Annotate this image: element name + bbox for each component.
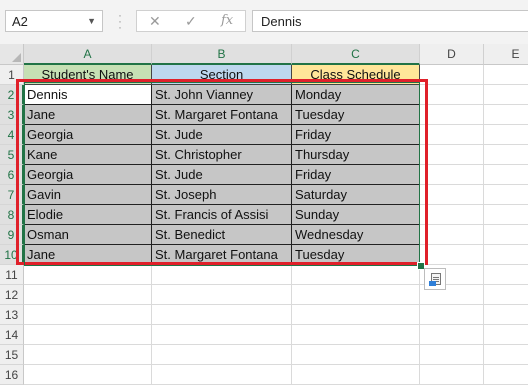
chevron-down-icon[interactable]: ▼ [87,16,96,26]
select-all-button[interactable] [0,44,24,65]
resize-handle-icon[interactable]: · · · [118,9,122,33]
insert-function-icon[interactable]: fx [221,13,233,28]
formula-toolbar: A2 ▼ · · · ✕ ✓ fx Dennis [0,0,528,45]
formula-input[interactable]: Dennis [252,10,528,32]
row-header-13[interactable]: 13 [0,305,24,325]
enter-icon[interactable]: ✓ [185,13,197,30]
row-header-12[interactable]: 12 [0,285,24,305]
row-header-15[interactable]: 15 [0,345,24,365]
column-header-e[interactable]: E [484,44,528,65]
column-header-b[interactable]: B [152,44,292,65]
row-header-11[interactable]: 11 [0,265,24,285]
cancel-icon[interactable]: ✕ [149,13,161,30]
quick-analysis-button[interactable] [424,268,446,290]
row-header-16[interactable]: 16 [0,365,24,385]
column-header-a[interactable]: A [24,44,152,65]
name-box[interactable]: A2 ▼ [5,10,103,32]
formula-value: Dennis [261,14,302,29]
formula-buttons: ✕ ✓ fx [136,10,246,32]
row-header-14[interactable]: 14 [0,325,24,345]
name-box-value: A2 [12,14,28,29]
column-header-d[interactable]: D [420,44,484,65]
column-header-c[interactable]: C [292,44,420,65]
selection-range [24,82,420,266]
